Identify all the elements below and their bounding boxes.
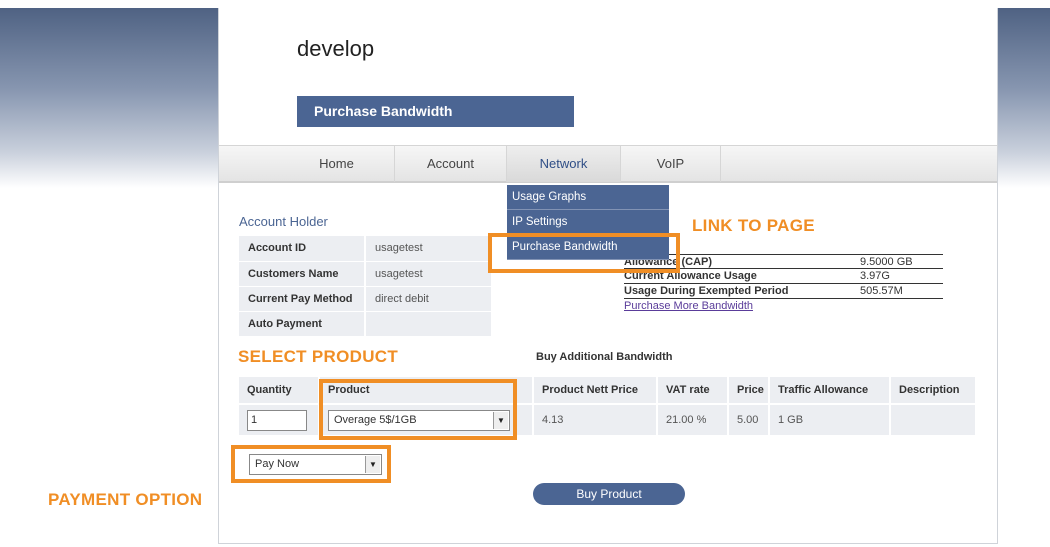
table-row: Auto Payment (239, 311, 491, 337)
account-id-value: usagetest (365, 236, 491, 262)
select-product-callout-box (319, 379, 517, 440)
pay-method-label: Current Pay Method (239, 286, 366, 312)
usage-cap-value: 9.5000 GB (860, 256, 913, 268)
nett-price-cell: 4.13 (533, 403, 658, 435)
right-backdrop (998, 8, 1050, 188)
col-nett-price: Product Nett Price (533, 377, 658, 404)
nav-home[interactable]: Home (279, 146, 395, 182)
left-backdrop (0, 8, 218, 188)
account-id-label: Account ID (239, 236, 366, 262)
quantity-cell (239, 403, 320, 435)
exempted-usage-value: 505.57M (860, 285, 903, 297)
customers-name-label: Customers Name (239, 261, 366, 287)
link-to-page-callout-label: LINK TO PAGE (692, 216, 815, 235)
table-row: Account ID usagetest (239, 236, 491, 262)
col-price: Price (728, 377, 770, 404)
payment-option-callout-label: PAYMENT OPTION (48, 490, 203, 509)
auto-payment-value (365, 311, 491, 337)
col-traffic-allowance: Traffic Allowance (769, 377, 891, 404)
dropdown-item-usage-graphs[interactable]: Usage Graphs (507, 185, 669, 210)
col-description: Description (890, 377, 977, 404)
buy-heading: Buy Additional Bandwidth (536, 351, 673, 363)
price-cell: 5.00 (728, 403, 770, 435)
buy-product-button[interactable]: Buy Product (533, 483, 685, 505)
account-table: Account ID usagetest Customers Name usag… (239, 236, 491, 337)
exempted-usage-label: Usage During Exempted Period (624, 285, 789, 297)
select-product-callout-label: SELECT PRODUCT (238, 347, 399, 366)
dropdown-item-ip-settings[interactable]: IP Settings (507, 210, 669, 235)
description-cell (890, 403, 977, 435)
pay-method-value: direct debit (365, 286, 491, 312)
table-row: Current Pay Method direct debit (239, 286, 491, 312)
current-usage-value: 3.97G (860, 270, 890, 282)
usage-row: Usage During Exempted Period 505.57M (624, 284, 943, 299)
purchase-more-link[interactable]: Purchase More Bandwidth (624, 299, 943, 314)
nav-voip[interactable]: VoIP (621, 146, 721, 182)
site-title: develop (297, 36, 375, 61)
col-vat-rate: VAT rate (657, 377, 729, 404)
nav-network[interactable]: Network (507, 146, 621, 182)
customers-name-value: usagetest (365, 261, 491, 287)
auto-payment-label: Auto Payment (239, 311, 366, 337)
table-row: Customers Name usagetest (239, 261, 491, 287)
quantity-input[interactable] (247, 409, 307, 431)
vat-rate-cell: 21.00 % (657, 403, 729, 435)
page-banner: Purchase Bandwidth (297, 96, 574, 127)
link-to-page-callout-box (488, 233, 680, 273)
payment-option-callout-box (231, 445, 391, 483)
main-nav: Home Account Network VoIP (219, 145, 997, 183)
traffic-allowance-cell: 1 GB (769, 403, 891, 435)
nav-account[interactable]: Account (395, 146, 507, 182)
col-quantity: Quantity (239, 377, 320, 404)
account-holder-title: Account Holder (239, 214, 328, 229)
